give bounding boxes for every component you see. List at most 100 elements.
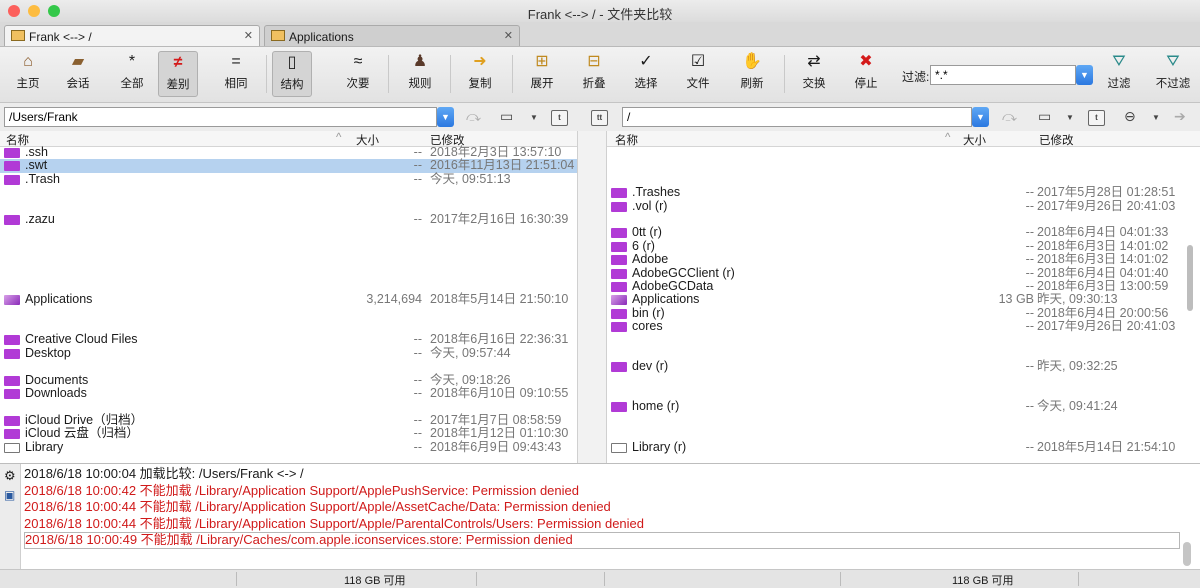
file-row[interactable]: iCloud 云盘（归档） -- 2018年1月12日 01:10:30 [0, 426, 577, 440]
left-file-pane[interactable]: 名称 ^ 大小 已修改 .ssh -- 2018年2月3日 13:57:10 .swt… [0, 131, 577, 463]
no-filter-button[interactable]: ⛛ 不过滤 [1150, 51, 1196, 97]
folder-icon [4, 415, 20, 426]
file-row[interactable]: Library -- 2018年6月9日 09:43:43 [0, 440, 577, 454]
file-row[interactable]: .swt -- 2016年11月13日 21:51:04 [0, 158, 577, 173]
file-row[interactable] [0, 320, 577, 333]
left-up-folder-icon[interactable]: t [551, 110, 568, 126]
log-entry[interactable]: 2018/6/18 10:00:49 不能加载 /Library/Caches/… [24, 532, 1180, 549]
back-icon[interactable]: ⊖ [1124, 108, 1136, 125]
file-row[interactable]: dev (r) -- 昨天, 09:32:25 [607, 359, 1200, 373]
file-row[interactable]: Documents -- 今天, 09:18:26 [0, 373, 577, 387]
right-file-pane[interactable]: 名称 ^ 大小 已修改 .Trashes -- 2017年5月28日 01:28:5… [607, 131, 1200, 463]
forward-icon[interactable]: ➔ [1174, 108, 1186, 125]
file-row[interactable]: .Trash -- 今天, 09:51:13 [0, 171, 577, 186]
file-row[interactable] [607, 159, 1200, 172]
pane-divider[interactable] [577, 131, 607, 463]
save-icon[interactable]: ▣ [4, 488, 15, 502]
file-row[interactable]: Applications 3,214,694 2018年5月14日 21:50:10 [0, 292, 577, 306]
filter-dropdown-button[interactable]: ▼ [1076, 65, 1093, 85]
right-path-input[interactable] [622, 107, 972, 127]
files-button[interactable]: ☑ 文件 [678, 51, 718, 97]
tab-frank[interactable]: Frank <--> / ✕ [4, 25, 260, 46]
file-row[interactable] [0, 360, 577, 373]
structure-button[interactable]: ▯ 结构 [272, 51, 312, 97]
file-row[interactable] [0, 267, 577, 280]
file-row[interactable] [607, 333, 1200, 346]
file-row[interactable]: Library (r) -- 2018年5月14日 21:54:10 [607, 440, 1200, 454]
log-entry[interactable]: 2018/6/18 10:00:44 不能加载 /Library/Applica… [24, 516, 1180, 533]
file-row[interactable] [607, 146, 1200, 159]
copy-button[interactable]: ➜ 复制 [460, 51, 500, 97]
close-tab-icon[interactable]: ✕ [504, 29, 513, 42]
file-row[interactable] [0, 253, 577, 266]
stop-button[interactable]: ✖ 停止 [846, 51, 886, 97]
file-row[interactable]: Applications 13 GB 昨天, 09:30:13 [607, 292, 1200, 306]
file-row[interactable] [0, 400, 577, 413]
file-row[interactable] [607, 213, 1200, 226]
expand-button[interactable]: ⊞ 展开 [522, 51, 562, 97]
file-row[interactable] [607, 173, 1200, 186]
left-browse-folder-icon[interactable]: ▭ [500, 108, 513, 125]
right-browse-dropdown-icon[interactable]: ▼ [1066, 113, 1074, 122]
session-button[interactable]: ▰ 会话 [58, 51, 98, 97]
swap-button[interactable]: ⇄ 交换 [794, 51, 834, 97]
file-row[interactable]: home (r) -- 今天, 09:41:24 [607, 400, 1200, 413]
file-row[interactable]: Downloads -- 2018年6月10日 09:10:55 [0, 386, 577, 400]
right-path-dropdown[interactable]: ▼ [972, 107, 989, 127]
file-row[interactable] [607, 414, 1200, 427]
left-path-input[interactable] [4, 107, 437, 127]
left-path-dropdown[interactable]: ▼ [437, 107, 454, 127]
right-browse-folder-icon[interactable]: ▭ [1038, 108, 1051, 125]
left-history-icon[interactable]: ⤼ [466, 108, 481, 125]
swap-sides-icon[interactable]: tt [591, 110, 608, 126]
refresh-button[interactable]: ✋ 刷新 [732, 51, 772, 97]
file-row[interactable]: AdobeGCData -- 2018年6月3日 13:00:59 [607, 279, 1200, 293]
file-row[interactable]: .zazu -- 2017年2月16日 16:30:39 [0, 212, 577, 226]
file-row[interactable]: 6 (r) -- 2018年6月3日 14:01:02 [607, 239, 1200, 253]
log-scrollbar[interactable] [1183, 542, 1191, 566]
right-history-icon[interactable]: ⤼ [1002, 108, 1017, 125]
collapse-button[interactable]: ⊟ 折叠 [574, 51, 614, 97]
file-row[interactable] [607, 427, 1200, 440]
file-row[interactable]: Creative Cloud Files -- 2018年6月16日 22:36:3… [0, 333, 577, 346]
file-row[interactable]: Adobe -- 2018年6月3日 14:01:02 [607, 252, 1200, 266]
file-row[interactable]: bin (r) -- 2018年6月4日 20:00:56 [607, 306, 1200, 320]
diff-button[interactable]: ≠ 差别 [158, 51, 198, 97]
gear-icon[interactable]: ⚙ [4, 468, 16, 484]
file-row[interactable] [607, 374, 1200, 387]
rules-button[interactable]: ♟ 规则 [400, 51, 440, 97]
file-row[interactable] [0, 186, 577, 199]
home-button[interactable]: ⌂ 主页 [8, 51, 48, 97]
same-button[interactable]: = 相同 [216, 51, 256, 97]
file-row[interactable] [0, 280, 577, 293]
left-browse-dropdown-icon[interactable]: ▼ [530, 113, 538, 122]
filter-button[interactable]: ⛛ 过滤 [1100, 51, 1138, 97]
file-row[interactable]: Desktop -- 今天, 09:57:44 [0, 346, 577, 360]
back-dropdown-icon[interactable]: ▼ [1152, 113, 1160, 122]
file-row[interactable]: cores -- 2017年9月26日 20:41:03 [607, 319, 1200, 333]
log-entry[interactable]: 2018/6/18 10:00:42 不能加载 /Library/Applica… [24, 483, 1180, 500]
file-row[interactable] [0, 226, 577, 239]
right-up-folder-icon[interactable]: t [1088, 110, 1105, 126]
file-row[interactable] [0, 240, 577, 253]
minor-button[interactable]: ≈ 次要 [338, 51, 378, 97]
log-entry[interactable]: 2018/6/18 10:00:44 不能加载 /Library/Applica… [24, 499, 1180, 516]
file-row[interactable] [0, 200, 577, 213]
tab-applications[interactable]: Applications ✕ [264, 25, 520, 46]
file-row[interactable] [0, 307, 577, 320]
file-row[interactable]: .vol (r) -- 2017年9月26日 20:41:03 [607, 199, 1200, 213]
all-button[interactable]: * 全部 [112, 51, 152, 97]
log-entry[interactable]: 2018/6/18 10:00:04 加载比较: /Users/Frank <-… [24, 466, 1180, 483]
right-file-list: .Trashes -- 2017年5月28日 01:28:51 .vol (r) -- 2… [607, 146, 1200, 454]
file-row[interactable]: 0tt (r) -- 2018年6月4日 04:01:33 [607, 225, 1200, 239]
file-row[interactable]: .Trashes -- 2017年5月28日 01:28:51 [607, 185, 1200, 199]
file-row[interactable]: .ssh -- 2018年2月3日 13:57:10 [0, 145, 577, 159]
file-name: .Trash [25, 171, 60, 186]
filter-input[interactable] [930, 65, 1076, 85]
file-row[interactable]: AdobeGCClient (r) -- 2018年6月4日 04:01:40 [607, 266, 1200, 280]
select-button[interactable]: ✓ 选择 [626, 51, 666, 97]
file-row[interactable] [607, 347, 1200, 360]
approx-icon: ≈ [353, 53, 363, 70]
close-tab-icon[interactable]: ✕ [244, 29, 253, 42]
right-pane-scrollbar[interactable] [1187, 245, 1193, 311]
